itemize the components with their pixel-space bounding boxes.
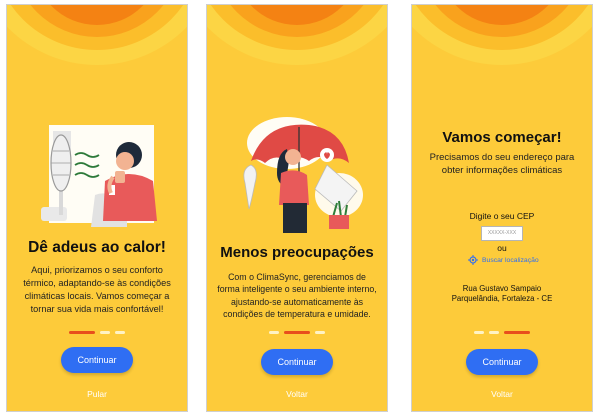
page-dot xyxy=(474,331,484,334)
page-dot xyxy=(315,331,325,334)
back-link[interactable]: Voltar xyxy=(207,389,387,399)
page-dot-active xyxy=(284,331,310,334)
page-dot xyxy=(115,331,125,334)
address-line-1: Rua Gustavo Sampaio xyxy=(462,284,542,293)
page-dot xyxy=(100,331,110,334)
onboarding-screen-3: Vamos começar! Precisamos do seu endereç… xyxy=(411,4,593,412)
locate-label: Buscar localização xyxy=(482,256,539,264)
continue-button[interactable]: Continuar xyxy=(61,347,133,373)
locate-button[interactable]: Buscar localização xyxy=(468,255,539,265)
page-indicator xyxy=(7,331,187,334)
screen-description: Com o ClimaSync, gerenciamos de forma in… xyxy=(217,272,377,320)
continue-button[interactable]: Continuar xyxy=(261,349,333,375)
page-dot xyxy=(489,331,499,334)
screen-description: Precisamos do seu endereço para obter in… xyxy=(429,152,575,177)
screen-title: Vamos começar! xyxy=(442,129,562,146)
page-indicator xyxy=(412,331,592,334)
umbrella-woman-illustration xyxy=(243,117,363,233)
or-label: ou xyxy=(497,243,507,253)
continue-button[interactable]: Continuar xyxy=(466,349,538,375)
onboarding-screen-1: Dê adeus ao calor! Aqui, priorizamos o s… xyxy=(6,4,188,412)
page-indicator xyxy=(207,331,387,334)
screen-title: Menos preocupações xyxy=(220,244,374,261)
page-dot-active xyxy=(504,331,530,334)
cep-input[interactable]: XXXXX-XXX xyxy=(481,226,523,241)
page-dot xyxy=(269,331,279,334)
onboarding-screen-2: Menos preocupações Com o ClimaSync, gere… xyxy=(206,4,388,412)
fan-woman-illustration xyxy=(41,125,157,227)
page-dot-active xyxy=(69,331,95,334)
back-link[interactable]: Voltar xyxy=(412,389,592,399)
screen-title: Dê adeus ao calor! xyxy=(28,239,166,256)
screen-description: Aqui, priorizamos o seu conforto térmico… xyxy=(23,265,171,315)
cep-label: Digite o seu CEP xyxy=(469,211,535,221)
address-line-2: Parquelândia, Fortaleza - CE xyxy=(451,294,553,303)
skip-link[interactable]: Pular xyxy=(7,389,187,399)
location-target-icon xyxy=(468,255,478,265)
